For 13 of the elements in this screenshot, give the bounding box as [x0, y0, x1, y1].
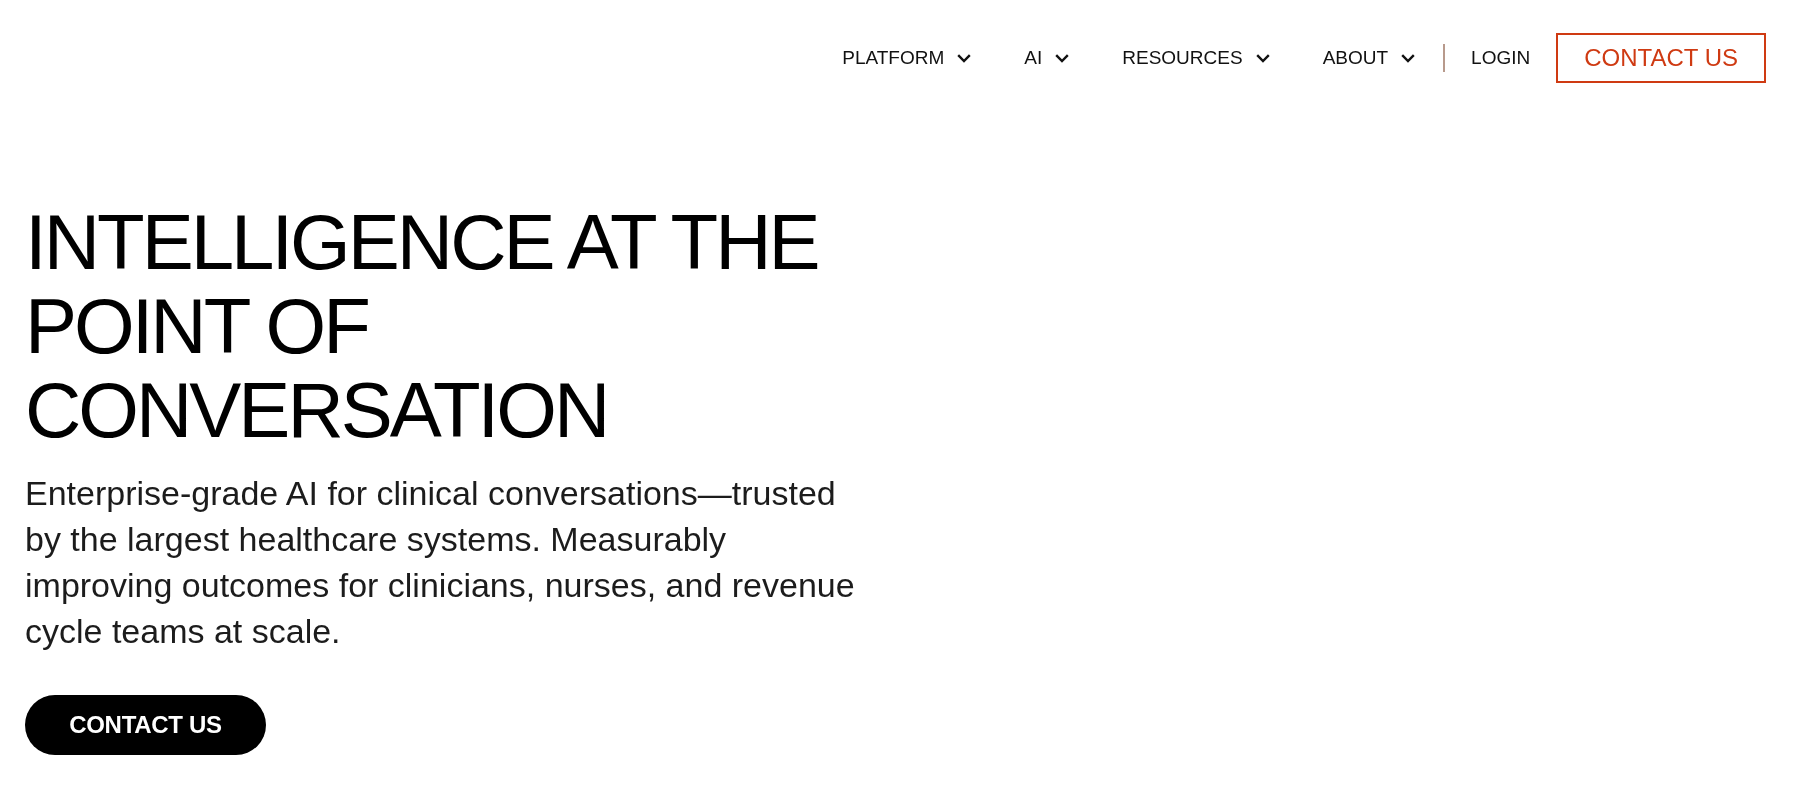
nav-dropdown[interactable]: RESOURCES	[1122, 41, 1270, 75]
contact-us-button[interactable]: CONTACT US	[25, 695, 266, 755]
chevron-down-icon	[1401, 53, 1416, 63]
login-link[interactable]: LOGIN	[1471, 41, 1531, 75]
chevron-down-icon	[957, 53, 972, 63]
contact-us-button[interactable]: CONTACT US	[1556, 33, 1766, 83]
nav-dropdown[interactable]: PLATFORM	[842, 41, 972, 75]
chevron-down-icon	[1055, 53, 1070, 63]
hero-description: Enterprise-grade AI for clinical conversations—trusted by the largest healthcare systems. Measurably improving outcomes for clinicians, nurses, and revenue cycle teams at scale.	[25, 473, 856, 652]
hero-heading: INTELLIGENCE AT THE POINT OF CONVERSATION	[25, 200, 819, 452]
nav-dropdown[interactable]: AI	[1024, 41, 1070, 75]
nav-dropdown[interactable]: ABOUT	[1322, 41, 1416, 75]
chevron-down-icon	[1255, 53, 1270, 63]
